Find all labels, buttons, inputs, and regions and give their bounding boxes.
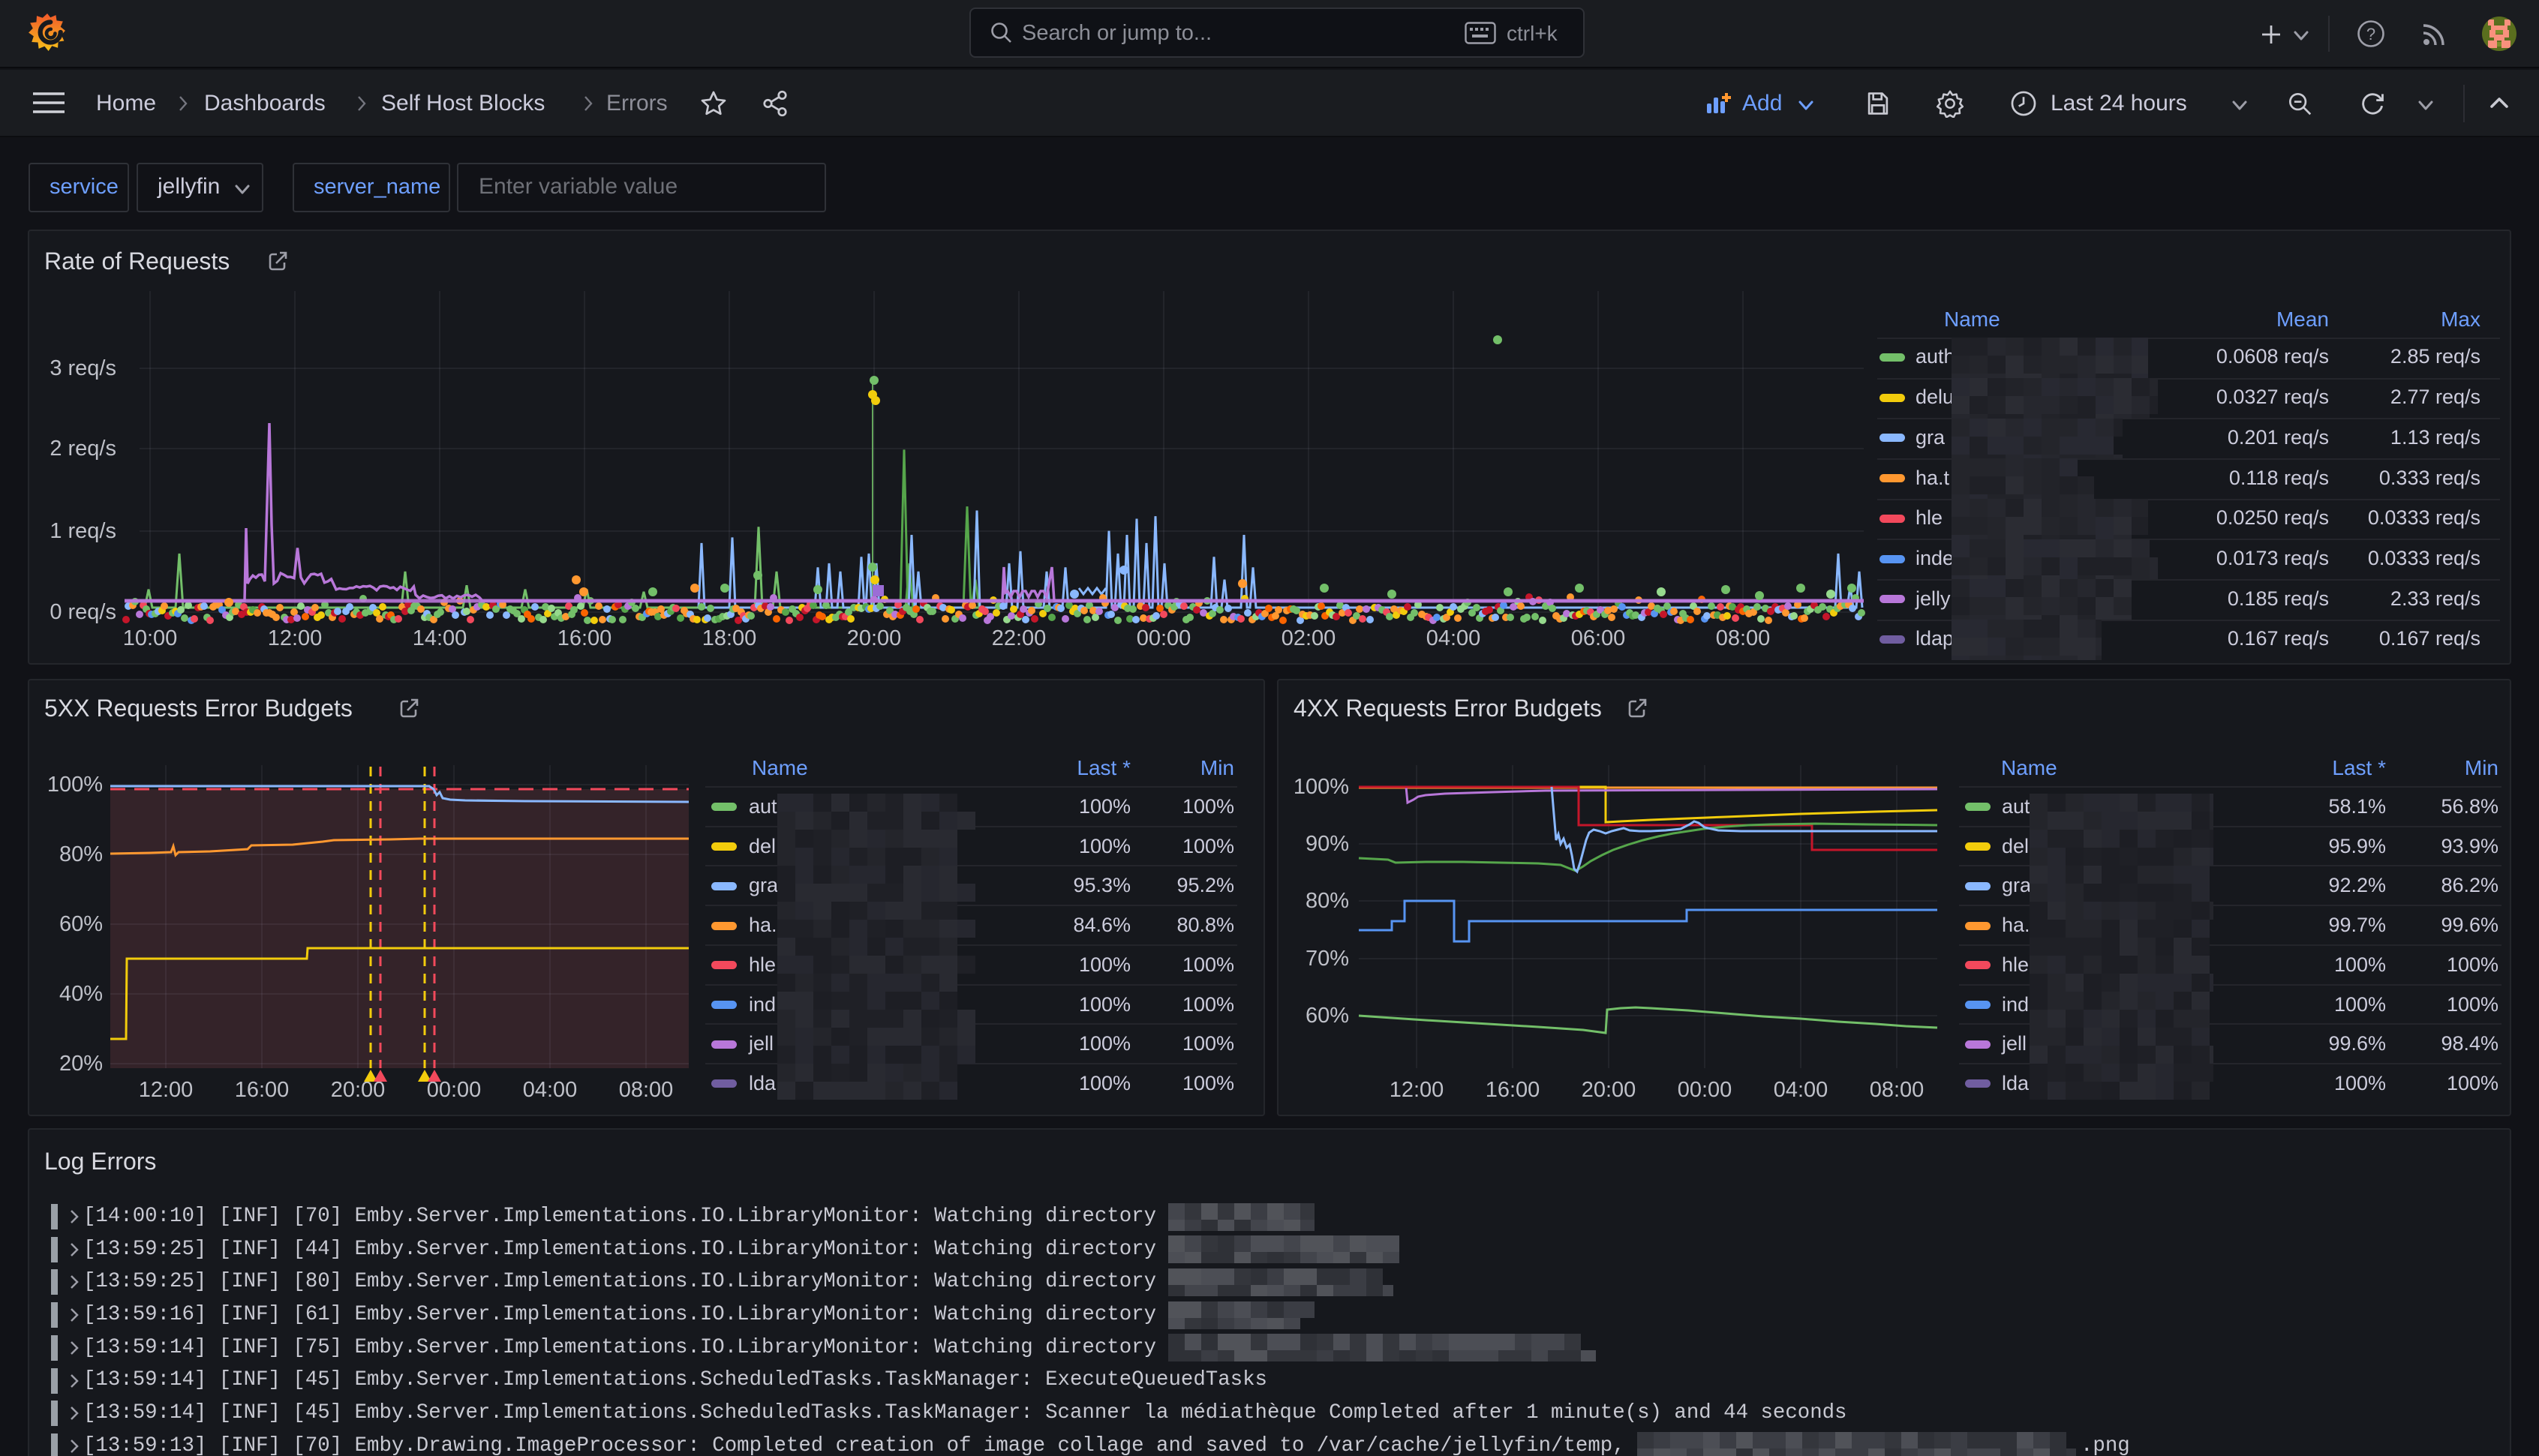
svg-text:22:00: 22:00 <box>992 626 1047 650</box>
svg-text:14:00: 14:00 <box>413 626 467 650</box>
svg-text:40%: 40% <box>59 982 103 1006</box>
svg-text:18:00: 18:00 <box>702 626 757 650</box>
svg-text:1 req/s: 1 req/s <box>50 519 116 543</box>
svg-text:12:00: 12:00 <box>1390 1078 1444 1102</box>
svg-text:70%: 70% <box>1306 947 1349 971</box>
svg-text:60%: 60% <box>59 912 103 936</box>
svg-text:06:00: 06:00 <box>1571 626 1626 650</box>
svg-text:12:00: 12:00 <box>139 1078 194 1102</box>
svg-text:00:00: 00:00 <box>1678 1078 1732 1102</box>
svg-text:2 req/s: 2 req/s <box>50 437 116 461</box>
svg-text:10:00: 10:00 <box>123 626 178 650</box>
svg-text:3 req/s: 3 req/s <box>50 356 116 380</box>
svg-text:0 req/s: 0 req/s <box>50 600 116 624</box>
svg-text:16:00: 16:00 <box>557 626 612 650</box>
svg-text:?: ? <box>2366 25 2375 44</box>
svg-text:02:00: 02:00 <box>1282 626 1336 650</box>
svg-text:100%: 100% <box>1294 775 1349 799</box>
svg-text:100%: 100% <box>47 773 103 797</box>
svg-text:04:00: 04:00 <box>1426 626 1481 650</box>
svg-text:00:00: 00:00 <box>1137 626 1191 650</box>
svg-text:60%: 60% <box>1306 1004 1349 1028</box>
svg-text:16:00: 16:00 <box>235 1078 290 1102</box>
svg-text:20:00: 20:00 <box>1582 1078 1636 1102</box>
svg-text:04:00: 04:00 <box>1774 1078 1828 1102</box>
svg-text:20:00: 20:00 <box>847 626 902 650</box>
svg-text:80%: 80% <box>59 842 103 866</box>
svg-text:04:00: 04:00 <box>523 1078 578 1102</box>
svg-text:08:00: 08:00 <box>1870 1078 1925 1102</box>
svg-text:90%: 90% <box>1306 832 1349 856</box>
svg-text:08:00: 08:00 <box>619 1078 674 1102</box>
svg-text:20%: 20% <box>59 1052 103 1076</box>
svg-text:12:00: 12:00 <box>268 626 323 650</box>
svg-text:80%: 80% <box>1306 889 1349 913</box>
svg-text:08:00: 08:00 <box>1716 626 1771 650</box>
svg-text:16:00: 16:00 <box>1486 1078 1540 1102</box>
